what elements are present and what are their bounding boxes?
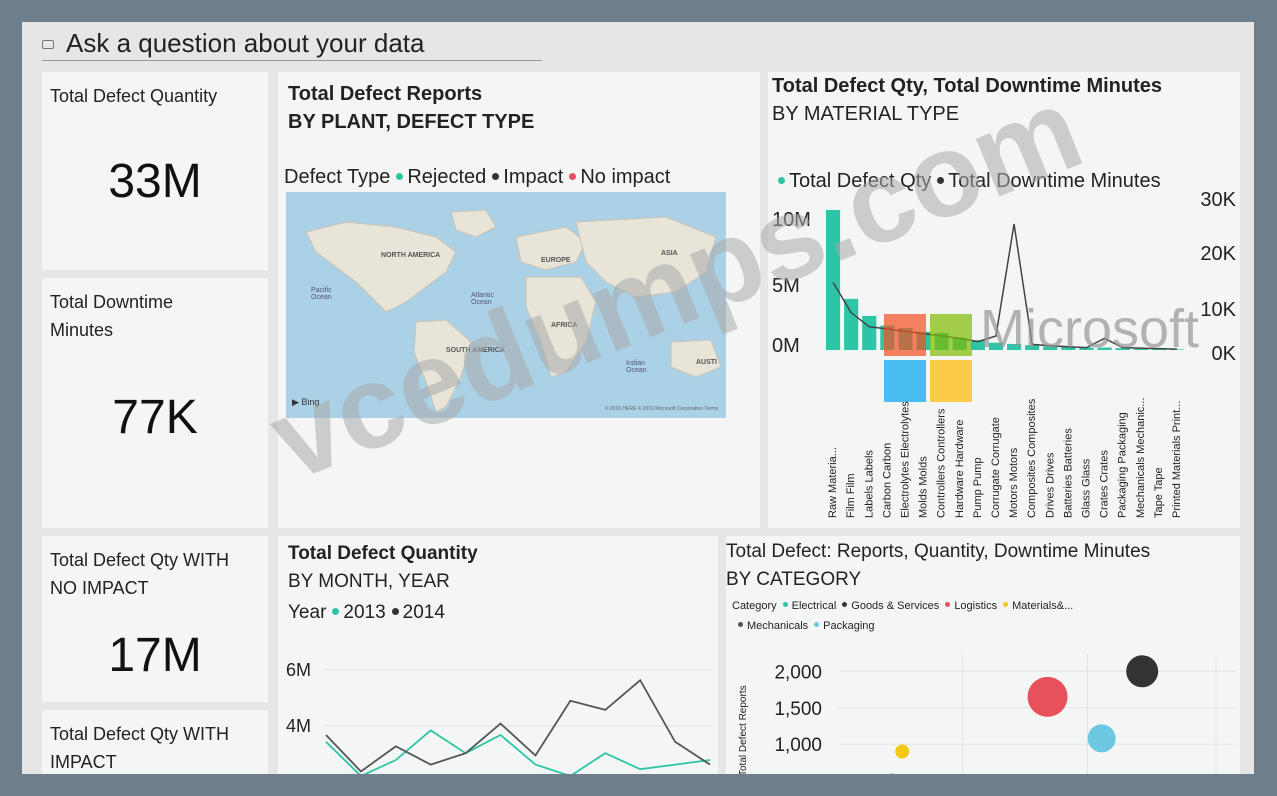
- map-tile-defect-reports[interactable]: Total Defect Reports BY PLANT, DEFECT TY…: [278, 72, 760, 528]
- map-label: SOUTH AMERICA: [446, 347, 505, 354]
- legend-item: Rejected: [407, 166, 487, 188]
- x-tick-label: Electrolytes Electrolytes: [899, 401, 911, 518]
- legend-item: No impact: [580, 166, 671, 188]
- card-value: 33M: [108, 155, 202, 208]
- bar-defect-qty: [844, 298, 859, 350]
- y-tick-label: 1,500: [774, 699, 822, 720]
- y-tick-label: 2,000: [774, 662, 822, 683]
- ms-logo-blue: [884, 360, 926, 402]
- x-tick-label: Drives Drives: [1044, 452, 1056, 518]
- y-right-tick-label: 10K: [1200, 299, 1236, 321]
- bar-defect-qty: [862, 315, 877, 350]
- card-label: Total Defect Qty WITH NO IMPACT: [50, 550, 230, 598]
- map-label: NORTH AMERICA: [381, 252, 441, 259]
- y-right-tick-label: 0K: [1212, 343, 1237, 365]
- x-tick-label: Crates Crates: [1099, 450, 1111, 518]
- bubble-goods-services: [1126, 655, 1159, 688]
- y-tick-label: 500: [790, 772, 822, 774]
- line-series-2013: [325, 729, 711, 774]
- tile-subtitle: BY PLANT, DEFECT TYPE: [288, 111, 535, 133]
- x-tick-label: Printed Materials Print...: [1171, 401, 1183, 518]
- y-tick-label: 4M: [286, 716, 311, 736]
- x-tick-label: Corrugate Corrugate: [990, 417, 1002, 518]
- map-label: ASIA: [661, 250, 678, 257]
- x-tick-label: Batteries Batteries: [1062, 428, 1074, 518]
- bing-label: Bing: [301, 397, 320, 407]
- land-asia: [575, 216, 717, 298]
- map-ocean-label: Pacific Ocean: [311, 287, 332, 301]
- qa-search-bar[interactable]: Ask a question about your data: [42, 28, 542, 61]
- kpi-card-defect-quantity[interactable]: Total Defect Quantity 33M: [42, 72, 268, 270]
- y-right-tick-label: 30K: [1200, 189, 1236, 211]
- card-label: Total Downtime Minutes: [50, 292, 174, 340]
- card-value: 77K: [112, 391, 198, 444]
- y-axis-label: Total Defect Reports: [738, 685, 749, 774]
- world-map[interactable]: NORTH AMERICA EUROPE ASIA AFRICA SOUTH A…: [286, 192, 726, 418]
- x-tick-label: Glass Glass: [1080, 458, 1092, 518]
- x-tick-label: Hardware Hardware: [954, 420, 966, 518]
- world-map-svg: [305, 209, 722, 413]
- legend-dot-rejected: [396, 172, 404, 180]
- legend-dot-impact: [492, 172, 500, 180]
- land-south-america: [413, 319, 472, 413]
- x-tick-label: Composites Composites: [1026, 398, 1038, 518]
- x-tick-label: Molds Molds: [918, 456, 930, 518]
- legend-label: Defect Type: [284, 166, 391, 188]
- bubble-logistics: [1027, 676, 1068, 717]
- y-left-tick-label: 10M: [772, 209, 811, 231]
- x-tick-label: Raw Materia...: [827, 447, 839, 518]
- microsoft-watermark-text: Microsoft: [980, 299, 1200, 359]
- x-tick-label: Labels Labels: [863, 450, 875, 518]
- map-label: AUSTI: [696, 359, 717, 366]
- ms-logo-yellow: [930, 360, 972, 402]
- y-left-tick-label: 5M: [772, 275, 800, 297]
- speech-bubble-icon: [42, 40, 54, 49]
- line-chart-tile[interactable]: Total Defect Quantity BY MONTH, YEAR Yea…: [278, 536, 718, 774]
- land-greenland: [450, 209, 497, 238]
- bubble-packaging: [1087, 724, 1116, 753]
- bar-defect-qty: [826, 210, 841, 350]
- kpi-card-downtime-minutes[interactable]: Total Downtime Minutes 77K: [42, 278, 268, 528]
- map-ocean-label: Atlantic Ocean: [471, 292, 494, 306]
- card-value: 17M: [108, 629, 202, 682]
- map-ocean-label: Indian Ocean: [626, 360, 647, 374]
- bing-logo: ▶ Bing: [292, 397, 320, 407]
- map-copyright: © 2016 HERE © 2016 Microsoft Corporation…: [604, 406, 718, 412]
- bubble-chart-tile[interactable]: Total Defect: Reports, Quantity, Downtim…: [726, 536, 1240, 774]
- y-right-tick-label: 20K: [1200, 243, 1236, 265]
- kpi-card-no-impact[interactable]: Total Defect Qty WITH NO IMPACT 17M: [42, 536, 268, 702]
- bubble-chart: Total Defect Reports 2,000 1,500 1,000 500: [738, 654, 1236, 774]
- x-tick-label: Pump Pump: [972, 457, 984, 518]
- map-label: EUROPE: [541, 257, 571, 264]
- kpi-card-impact[interactable]: Total Defect Qty WITH IMPACT: [42, 710, 268, 774]
- x-tick-label: Film Film: [845, 473, 857, 518]
- legend-item: Impact: [503, 166, 564, 188]
- map-label: AFRICA: [551, 322, 578, 329]
- qa-search-input[interactable]: Ask a question about your data: [66, 28, 424, 59]
- line-chart: 6M 4M 2M: [286, 660, 711, 774]
- y-tick-label: 1,000: [774, 735, 822, 756]
- x-tick-label: Mechanicals Mechanic...: [1135, 398, 1147, 518]
- legend-dot-no-impact: [569, 172, 577, 180]
- x-tick-label: Tape Tape: [1153, 467, 1165, 518]
- ms-logo-green: [930, 314, 972, 356]
- card-label: Total Defect Qty WITH IMPACT: [50, 724, 230, 772]
- ms-logo-red: [884, 314, 926, 356]
- x-tick-label: Packaging Packaging: [1117, 412, 1129, 518]
- x-tick-label: Motors Motors: [1008, 447, 1020, 518]
- dashboard: Ask a question about your data Total Def…: [22, 22, 1254, 774]
- tile-title: Total Defect Reports BY PLANT, DEFECT TY…: [288, 80, 534, 136]
- y-tick-label: 2M: [286, 772, 311, 774]
- map-legend: Defect Type Rejected Impact No impact: [284, 166, 670, 189]
- x-tick-label: Controllers Controllers: [936, 408, 948, 518]
- bubble-materials-: [895, 744, 910, 759]
- card-label: Total Defect Quantity: [50, 86, 218, 106]
- tile-title-text: Total Defect Reports: [288, 83, 483, 105]
- y-tick-label: 6M: [286, 660, 311, 680]
- x-tick-label: Carbon Carbon: [881, 443, 893, 518]
- y-left-tick-label: 0M: [772, 335, 800, 357]
